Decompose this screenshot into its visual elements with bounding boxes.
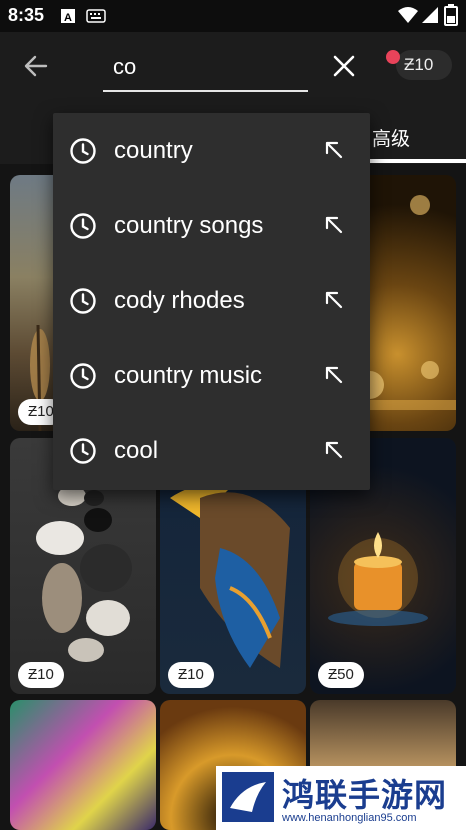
status-time: 8:35 [8, 5, 45, 25]
suggestion-label: country music [114, 362, 263, 389]
watermark-url: www.henanhonglian95.com [282, 812, 417, 824]
history-clock-icon [70, 363, 96, 389]
fill-query-arrow-icon[interactable] [323, 439, 345, 461]
suggestion-item[interactable]: country songs [53, 188, 370, 263]
clear-icon[interactable] [330, 52, 358, 80]
search-input-underline [103, 90, 308, 92]
history-clock-icon [70, 438, 96, 464]
fill-query-arrow-icon[interactable] [323, 139, 345, 161]
price-badge: Ƶ10 [18, 662, 64, 688]
watermark: 鸿联手游网 www.henanhonglian95.com [216, 766, 466, 830]
price-badge: Ƶ50 [318, 662, 364, 688]
history-clock-icon [70, 138, 96, 164]
history-clock-icon [70, 288, 96, 314]
fill-query-arrow-icon[interactable] [323, 214, 345, 236]
suggestion-item[interactable]: country [53, 113, 370, 188]
fill-query-arrow-icon[interactable] [323, 364, 345, 386]
back-arrow-icon[interactable] [20, 50, 52, 82]
price-badge: Ƶ10 [168, 662, 214, 688]
suggestion-item[interactable]: country music [53, 338, 370, 413]
suggestion-label: cool [114, 437, 159, 464]
battery-icon [444, 4, 458, 26]
keyboard-a-icon: A [61, 9, 75, 24]
watermark-logo [222, 772, 274, 822]
suggestion-label: country [114, 137, 193, 164]
status-bar: 8:35 A [0, 0, 466, 32]
tab-advanced[interactable]: 高级 [372, 124, 410, 151]
watermark-title: 鸿联手游网 [282, 777, 448, 813]
suggestion-item[interactable]: cool [53, 413, 370, 488]
notification-dot [386, 50, 400, 64]
svg-text:A: A [64, 12, 72, 24]
wallpaper-card[interactable] [10, 700, 156, 830]
coin-balance-button[interactable]: Ƶ10 [396, 50, 452, 80]
coin-balance: Ƶ10 [404, 55, 434, 74]
suggestion-label: country songs [114, 212, 264, 239]
search-input[interactable]: co [113, 54, 136, 80]
suggestions-dropdown: country country songs cody rhodes countr… [53, 113, 370, 490]
search-bar: co Ƶ10 [0, 32, 466, 112]
signal-icon [422, 7, 438, 23]
suggestion-label: cody rhodes [114, 287, 245, 314]
history-clock-icon [70, 213, 96, 239]
keyboard-icon [86, 9, 106, 23]
wifi-icon [398, 7, 418, 23]
fill-query-arrow-icon[interactable] [323, 289, 345, 311]
suggestion-item[interactable]: cody rhodes [53, 263, 370, 338]
